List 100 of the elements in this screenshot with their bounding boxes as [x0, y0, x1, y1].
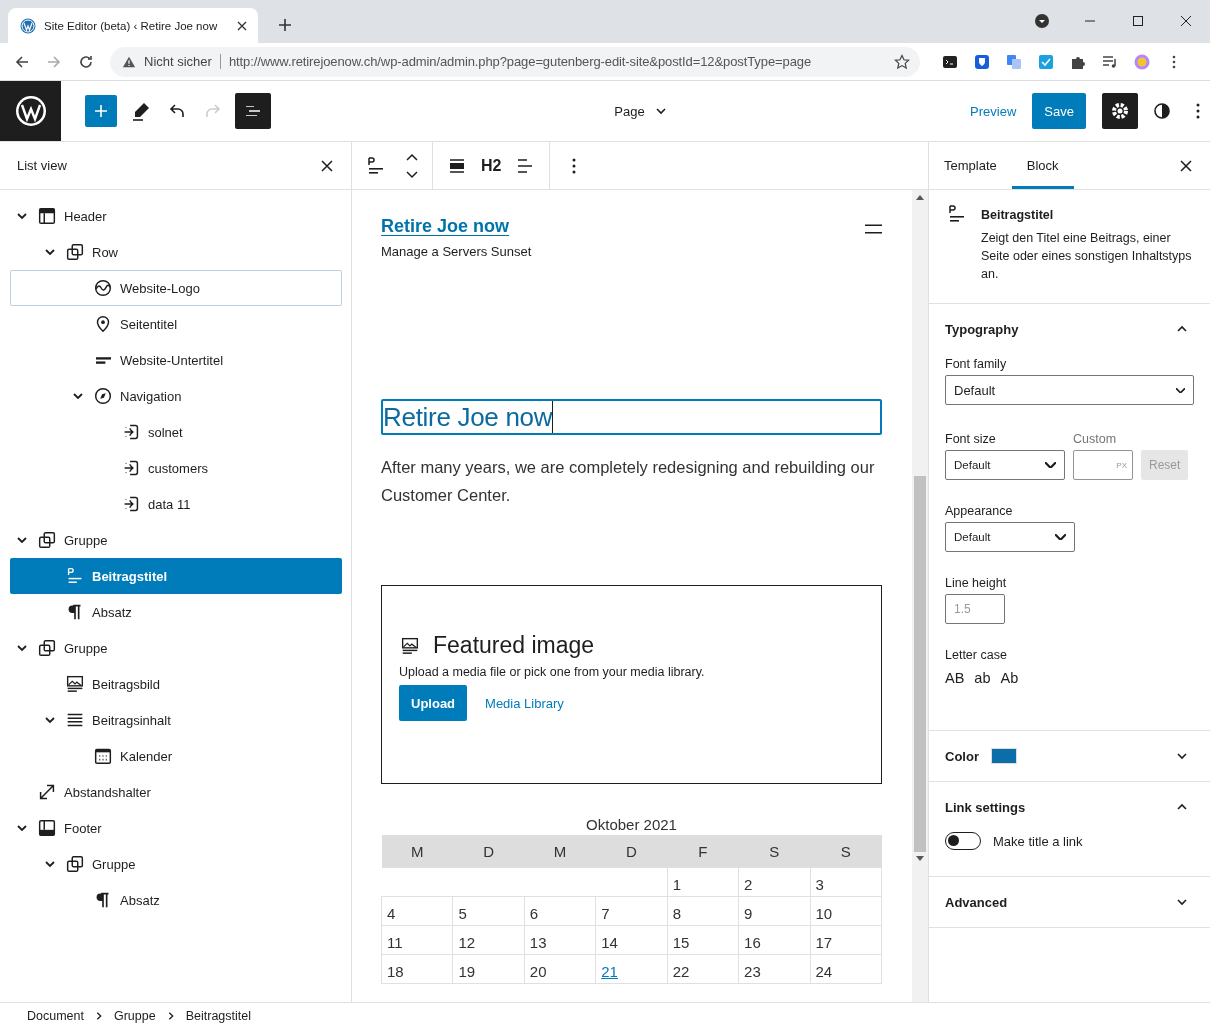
featured-image-icon: [64, 673, 86, 695]
close-icon[interactable]: [319, 157, 335, 174]
panel-toggle[interactable]: Link settings: [945, 782, 1194, 832]
list-view-item[interactable]: Gruppe: [10, 522, 342, 558]
list-view-item[interactable]: Abstandshalter: [10, 774, 342, 810]
list-view-item[interactable]: Absatz: [10, 882, 342, 918]
terminal-icon[interactable]: [942, 53, 958, 70]
sidebar-tab[interactable]: Template: [929, 142, 1012, 189]
font-family-select[interactable]: Default: [945, 375, 1194, 405]
letter-case-button[interactable]: Ab: [1000, 670, 1019, 686]
calendar-day: 2: [738, 867, 811, 897]
list-view-item[interactable]: Gruppe: [10, 846, 342, 882]
letter-case-button[interactable]: ab: [974, 670, 991, 686]
chevron-down-icon[interactable]: [44, 714, 56, 726]
calendar-day: 15: [667, 925, 739, 955]
wordpress-logo-icon: [20, 17, 36, 34]
list-view-item[interactable]: Beitragsinhalt: [10, 702, 342, 738]
calendar-day: 6: [524, 896, 596, 926]
panel-toggle[interactable]: Color: [945, 731, 1194, 781]
breadcrumb-link[interactable]: Beitragstitel: [185, 1009, 251, 1023]
chevron-down-icon[interactable]: [16, 210, 28, 222]
page-menu-button[interactable]: Page: [614, 103, 667, 119]
list-view-button[interactable]: [235, 93, 271, 129]
browser-tab[interactable]: Site Editor (beta) ‹ Retire Joe now: [8, 8, 258, 43]
chevron-down-icon[interactable]: [44, 246, 56, 258]
chevron-down-icon[interactable]: [72, 390, 84, 402]
group-icon: [64, 853, 86, 875]
reload-icon[interactable]: [78, 53, 94, 70]
close-icon[interactable]: [1178, 157, 1194, 174]
font-size-select[interactable]: Default: [945, 450, 1065, 480]
maximize-icon[interactable]: [1130, 13, 1146, 29]
appearance-select[interactable]: Default: [945, 522, 1075, 552]
add-block-button[interactable]: [85, 95, 117, 127]
playlist-icon[interactable]: [1102, 53, 1118, 70]
letter-case-button[interactable]: AB: [945, 670, 965, 686]
chevron-down-icon: [1176, 387, 1185, 393]
new-tab-icon[interactable]: [278, 18, 292, 32]
panel-toggle[interactable]: Typography: [945, 304, 1194, 354]
breadcrumb-link[interactable]: Gruppe: [114, 1009, 156, 1023]
list-view-item[interactable]: Website-Untertitel: [10, 342, 342, 378]
close-icon[interactable]: [236, 19, 248, 32]
list-view-item[interactable]: Gruppe: [10, 630, 342, 666]
move-arrows-icon[interactable]: [404, 151, 420, 180]
calendar-day: 16: [738, 925, 811, 955]
menu-icon[interactable]: [865, 224, 882, 234]
calendar-day[interactable]: 21: [595, 954, 668, 984]
site-logo-button[interactable]: [0, 81, 61, 141]
chevron-down-icon[interactable]: [16, 822, 28, 834]
list-view-item[interactable]: Row: [10, 234, 342, 270]
list-view-item[interactable]: data 11: [10, 486, 342, 522]
panel-toggle[interactable]: Advanced: [945, 877, 1194, 927]
list-view-item[interactable]: Website-Logo: [10, 270, 342, 306]
shield-icon[interactable]: [974, 53, 990, 70]
list-view-item[interactable]: Beitragsbild: [10, 666, 342, 702]
upload-button[interactable]: Upload: [399, 685, 468, 721]
calendar-day: 7: [595, 896, 668, 926]
line-height-field[interactable]: 1.5: [945, 594, 1005, 624]
chevron-down-icon[interactable]: [44, 858, 56, 870]
chevron-down-icon[interactable]: [16, 534, 28, 546]
logo-icon: [92, 277, 114, 299]
address-bar[interactable]: Nicht sicher http://www.retirejoenow.ch/wp-admin/admin.php?page=gutenberg-edit-site&postId=12&postType=page: [110, 46, 920, 77]
media-library-button[interactable]: Media Library: [485, 695, 564, 711]
sidebar-tab[interactable]: Block: [1011, 142, 1074, 189]
breadcrumb-link[interactable]: Document: [27, 1009, 84, 1023]
list-view-item[interactable]: Seitentitel: [10, 306, 342, 342]
preview-button[interactable]: Preview: [970, 103, 1017, 119]
list-view-item[interactable]: Kalender: [10, 738, 342, 774]
bookmark-star-icon[interactable]: [894, 53, 910, 70]
list-view-item[interactable]: Absatz: [10, 594, 342, 630]
field-label: Line height: [945, 576, 1008, 590]
scrollbar[interactable]: [912, 190, 928, 1002]
back-icon[interactable]: [14, 53, 30, 70]
list-view-item[interactable]: Navigation: [10, 378, 342, 414]
list-view-item[interactable]: Beitragstitel: [10, 558, 342, 594]
heading-level-button[interactable]: H2: [481, 156, 502, 175]
weekday-header: M: [524, 835, 596, 868]
scroll-up-icon[interactable]: [916, 194, 924, 200]
scroll-down-icon[interactable]: [916, 856, 924, 862]
translate-icon[interactable]: [1006, 53, 1022, 70]
toggle-label: Make title a link: [993, 833, 1083, 849]
post-paragraph: After many years, we are completely redesigning and rebuilding our Customer Center.: [381, 457, 876, 506]
calendar-day: 14: [595, 925, 668, 955]
avatar-icon[interactable]: [1134, 53, 1150, 70]
calendar-day: 12: [452, 925, 525, 955]
save-button[interactable]: Save: [1032, 93, 1086, 129]
weekday-header: D: [595, 835, 668, 868]
toggle-switch[interactable]: [945, 832, 981, 850]
chevron-down-icon[interactable]: [16, 642, 28, 654]
list-view-item[interactable]: Footer: [10, 810, 342, 846]
list-view-item[interactable]: solnet: [10, 414, 342, 450]
list-view-item[interactable]: Header: [10, 198, 342, 234]
panel-title: Advanced: [945, 894, 1008, 910]
close-icon[interactable]: [1178, 13, 1194, 29]
weekday-header: S: [810, 835, 882, 868]
profile-menu-icon[interactable]: [1034, 13, 1050, 29]
settings-button[interactable]: [1102, 93, 1138, 129]
list-view-item[interactable]: customers: [10, 450, 342, 486]
site-title-link[interactable]: Retire Joe now: [381, 216, 532, 237]
post-title-field[interactable]: Retire Joe now: [381, 399, 882, 435]
checkbox-icon[interactable]: [1038, 53, 1054, 70]
